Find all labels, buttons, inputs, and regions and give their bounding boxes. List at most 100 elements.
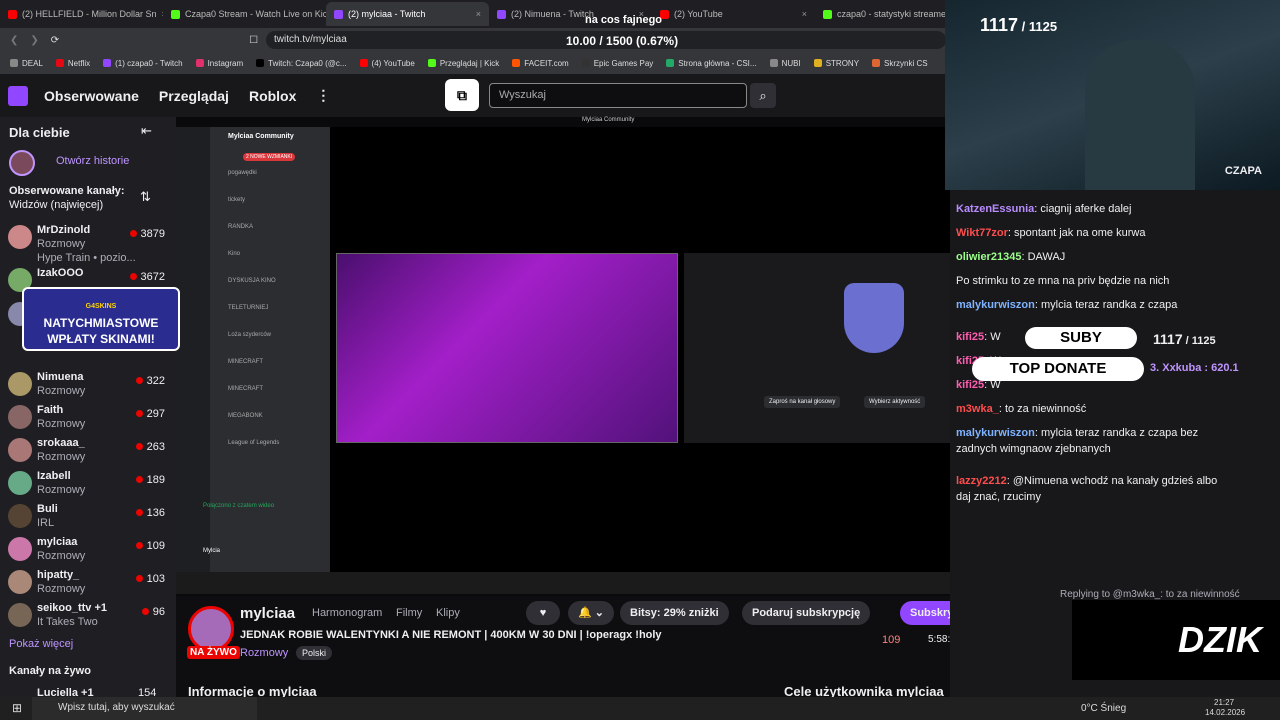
sidebar-channel[interactable]: hipatty_ Rozmowy 103 [8, 567, 173, 599]
sidebar-channel[interactable]: MrDzinold Rozmowy 3879 Hype Train • pozio..… [8, 222, 173, 264]
notifications-button[interactable]: 🔔 ⌄ [568, 601, 614, 625]
follow-button[interactable]: ♥ [526, 601, 560, 625]
sidebar-channel[interactable]: Buli IRL 136 [8, 501, 173, 533]
sidebar-channel[interactable]: seikoo_ttv +1 It Takes Two 96 [8, 600, 173, 632]
discord-channel[interactable]: League of Legends [228, 440, 279, 446]
chat-username[interactable]: malykurwiszon [956, 299, 1035, 311]
bookmark-label: FACEIT.com [524, 58, 569, 68]
chat-username[interactable]: Wikt77zor [956, 227, 1008, 239]
chat-username[interactable]: lazzy2212 [956, 475, 1007, 487]
channel-game: Rozmowy [37, 583, 86, 595]
windows-start-icon[interactable]: ⊞ [12, 701, 22, 715]
bookmark-item[interactable]: Instagram [195, 59, 243, 68]
collapse-icon[interactable]: ⇤ [141, 123, 152, 139]
browser-tab[interactable]: (2) YouTube × [652, 2, 815, 26]
close-icon[interactable]: × [476, 9, 481, 19]
bookmark-label: Epic Games Pay [593, 58, 654, 68]
discord-channel[interactable]: RANDKA [228, 224, 253, 230]
bookmark-icon [872, 59, 881, 67]
chat-username[interactable]: kifi25 [956, 331, 984, 343]
discord-channel[interactable]: Kino [228, 251, 240, 257]
discord-channel[interactable]: tickety [228, 197, 245, 203]
search-input[interactable]: Wyszukaj [489, 83, 747, 108]
bookmark-item[interactable]: (4) YouTube [359, 59, 415, 68]
twitch-logo-icon[interactable] [8, 85, 28, 106]
language-tag[interactable]: Polski [296, 646, 333, 660]
activity-button[interactable]: Wybierz aktywność [864, 396, 926, 408]
more-icon[interactable]: ⋮ [316, 87, 330, 104]
stream-title: JEDNAK ROBIE WALENTYNKI A NIE REMONT | 4… [240, 629, 662, 641]
bookmark-item[interactable]: Twitch: Czapa0 (@c... [256, 59, 347, 68]
tab-clips[interactable]: Klipy [436, 607, 460, 619]
chat-username[interactable]: m3wka_ [956, 403, 999, 415]
live-section-title: Kanały na żywo [9, 665, 91, 677]
stories-link[interactable]: Otwórz historie [56, 155, 129, 167]
bookmark-item[interactable]: STRONY [813, 59, 859, 68]
live-badge: NA ŻYWO [187, 646, 240, 659]
back-icon[interactable]: ❮ [10, 35, 18, 46]
chat-username[interactable]: malykurwiszon [956, 427, 1035, 439]
channel-name[interactable]: mylciaa [240, 605, 295, 622]
bits-button[interactable]: Bitsy: 29% zniżki [620, 601, 729, 625]
chat-username[interactable]: oliwier21345 [956, 251, 1021, 263]
trophy-icon [844, 283, 904, 353]
bookmark-item[interactable]: Epic Games Pay [581, 58, 654, 68]
tab-favicon-icon [334, 9, 343, 19]
sidebar-channel[interactable]: mylciaa Rozmowy 109 [8, 534, 173, 566]
bookmark-item[interactable]: Przeglądaj | Kick [427, 59, 499, 68]
nav-browse[interactable]: Przeglądaj [159, 88, 229, 104]
bookmark-icon[interactable]: ☐ [249, 35, 258, 46]
search-icon[interactable]: ⌕ [750, 83, 776, 108]
clock-date: 14.02.2026 [1205, 708, 1246, 717]
tab-favicon-icon [823, 9, 832, 19]
stories-avatar[interactable] [9, 150, 35, 176]
bookmark-item[interactable]: Skrzynki CS [872, 59, 928, 68]
reload-icon[interactable]: ⟳ [51, 35, 59, 46]
chat-username[interactable]: KatzenEssunia [956, 203, 1034, 215]
discord-channel[interactable]: MINECRAFT [228, 386, 263, 392]
tab-schedule[interactable]: Harmonogram [312, 607, 382, 619]
browser-tab[interactable]: (2) HELLFIELD - Million Dollar Sn× [0, 2, 163, 26]
chat-username[interactable]: kifi25 [956, 379, 984, 391]
sidebar: Dla ciebie ⇤ Otwórz historie Obserwowane… [0, 117, 176, 699]
close-icon[interactable]: × [802, 9, 807, 19]
forward-icon[interactable]: ❯ [30, 35, 38, 46]
bookmark-label: Strona główna - CSI... [678, 58, 757, 68]
stream-info: NA ŻYWO mylciaa Harmonogram Filmy Klipy … [176, 596, 1026, 699]
discord-channel[interactable]: MINECRAFT [228, 359, 263, 365]
discord-channel[interactable]: pogawędki [228, 170, 257, 176]
sidebar-channel[interactable]: srokaaa_ Rozmowy 263 [8, 435, 173, 467]
discord-channel[interactable]: MEGABONK [228, 413, 263, 419]
channel-game: Rozmowy [37, 238, 86, 250]
sidebar-channel[interactable]: Nimuena Rozmowy 322 [8, 369, 173, 401]
browser-tab[interactable]: Czapa0 Stream - Watch Live on Kick× [163, 2, 326, 26]
promo-banner[interactable]: G4SKINS NATYCHMIASTOWE WPŁATY SKINAMI! [22, 287, 180, 351]
discord-channel[interactable]: Loża szyderców [228, 332, 271, 338]
bookmark-item[interactable]: NUBI [769, 59, 801, 68]
show-more-link[interactable]: Pokaż więcej [9, 638, 73, 650]
sidebar-channel[interactable]: Faith Rozmowy 297 [8, 402, 173, 434]
bookmark-icon [195, 59, 204, 67]
channel-name: seikoo_ttv +1 [37, 602, 108, 614]
nav-following[interactable]: Obserwowane [44, 88, 139, 104]
bookmark-item[interactable]: Strona główna - CSI... [666, 58, 757, 68]
viewer-count: 136 [136, 507, 165, 519]
category-link[interactable]: Rozmowy [240, 647, 288, 659]
sidebar-channel[interactable]: Izabell Rozmowy 189 [8, 468, 173, 500]
nav-roblox[interactable]: Roblox [249, 88, 296, 104]
gift-sub-button[interactable]: Podaruj subskrypcję [742, 601, 871, 625]
invite-button[interactable]: Zaproś na kanał głosowy [764, 396, 841, 408]
browser-tab[interactable]: (2) mylciaa - Twitch × [326, 2, 489, 26]
bookmark-item[interactable]: Netflix [55, 59, 90, 68]
discord-channel[interactable]: DYSKUSJA KINO [228, 278, 276, 284]
chat-text: DAWAJ [1027, 251, 1066, 263]
sort-icon[interactable]: ⇅ [140, 189, 151, 205]
bookmark-item[interactable]: DEAL [10, 59, 43, 68]
webcam-tile[interactable] [336, 253, 678, 443]
bookmark-label: Skrzynki CS [884, 58, 928, 68]
taskbar-search[interactable]: Wpisz tutaj, aby wyszukać [32, 697, 257, 720]
bookmark-item[interactable]: (1) czapa0 - Twitch [103, 59, 183, 68]
bookmark-item[interactable]: FACEIT.com [512, 58, 569, 68]
tab-videos[interactable]: Filmy [396, 607, 422, 619]
discord-channel[interactable]: TELETURNIEJ [228, 305, 268, 311]
